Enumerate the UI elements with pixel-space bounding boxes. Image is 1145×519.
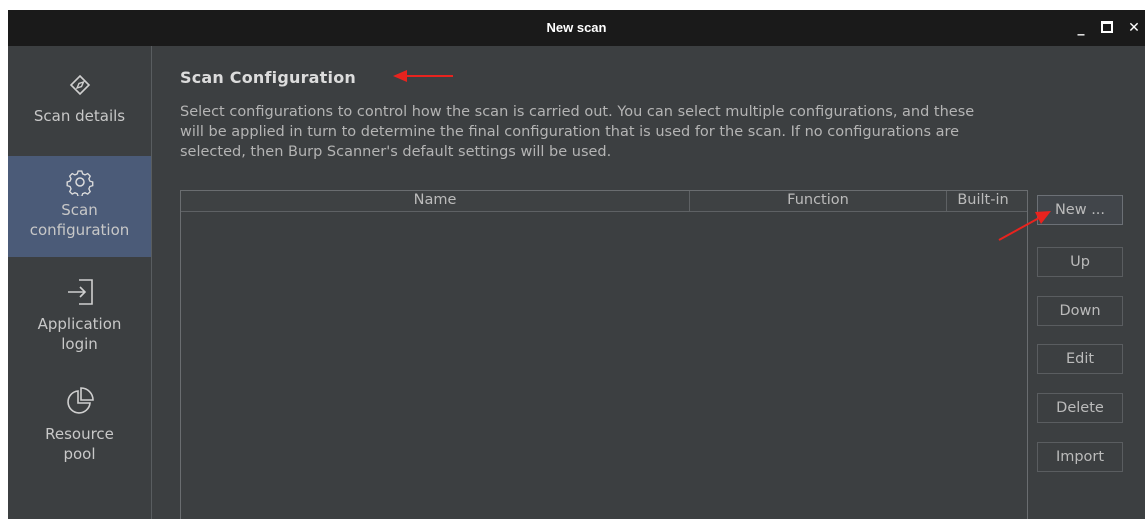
configurations-table[interactable]: Name Function Built-in — [180, 190, 1028, 519]
close-button[interactable]: ✕ — [1125, 10, 1143, 46]
minimize-button[interactable]: _ — [1072, 10, 1090, 46]
delete-button[interactable]: Delete — [1037, 393, 1123, 423]
configuration-actions: New ... Up Down Edit Delete Import — [1037, 190, 1137, 510]
sidebar-item-label-line1: Resource — [45, 425, 114, 443]
gear-icon — [65, 170, 93, 196]
login-arrow-icon — [67, 279, 93, 305]
column-header-built-in[interactable]: Built-in — [947, 191, 1019, 211]
sidebar-item-scan-details[interactable]: Scan details — [8, 74, 151, 154]
down-button[interactable]: Down — [1037, 296, 1123, 326]
import-button[interactable]: Import — [1037, 442, 1123, 472]
scan-configuration-panel: Scan Configuration Select configurations… — [152, 46, 1145, 519]
up-button[interactable]: Up — [1037, 247, 1123, 277]
sidebar-item-label: Scan details — [33, 107, 126, 125]
title-bar: New scan _ ✕ — [8, 10, 1145, 46]
column-header-name[interactable]: Name — [181, 191, 690, 211]
edit-button[interactable]: Edit — [1037, 344, 1123, 374]
new-button[interactable]: New ... — [1037, 195, 1123, 225]
sidebar-item-label-line2: pool — [63, 445, 96, 463]
sidebar-item-label-line2: login — [61, 335, 98, 353]
pie-chart-icon — [66, 387, 94, 414]
sidebar-item-resource-pool[interactable]: Resource pool — [8, 386, 151, 476]
sidebar: Scan details Scan configuration Applicat… — [8, 46, 152, 519]
page-title: Scan Configuration — [180, 68, 356, 87]
new-scan-window: New scan _ ✕ Scan details Scan configura… — [8, 10, 1145, 519]
maximize-button[interactable] — [1098, 10, 1116, 46]
table-header: Name Function Built-in — [181, 191, 1027, 212]
sidebar-item-label-line2: configuration — [29, 221, 130, 239]
sidebar-item-application-login[interactable]: Application login — [8, 278, 151, 368]
sidebar-item-scan-configuration[interactable]: Scan configuration — [8, 156, 151, 257]
sidebar-item-label-line1: Scan — [61, 201, 98, 219]
sidebar-item-label-line1: Application — [37, 315, 122, 333]
window-title: New scan — [546, 20, 607, 35]
maximize-icon — [1101, 21, 1113, 33]
section-description: Select configurations to control how the… — [180, 104, 975, 160]
column-header-function[interactable]: Function — [690, 191, 947, 211]
compass-icon — [69, 74, 90, 96]
